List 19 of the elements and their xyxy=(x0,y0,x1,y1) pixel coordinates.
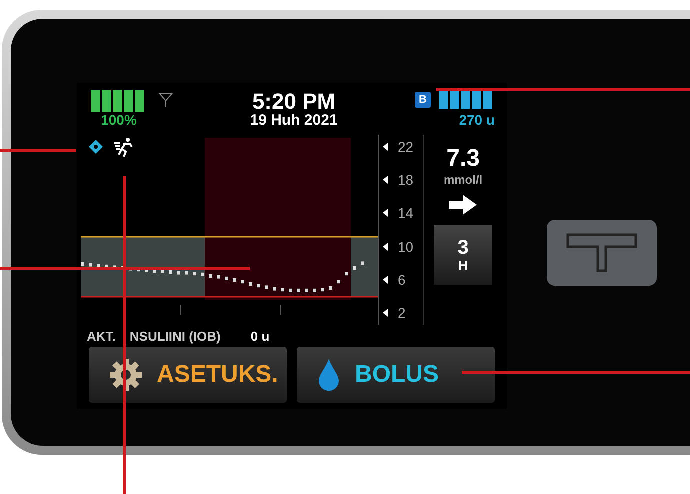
axis-label: 6 xyxy=(397,272,406,288)
axis-label: 2 xyxy=(397,304,406,321)
iob-label: NSULIINI (IOB) xyxy=(130,329,221,346)
bolus-button[interactable]: BOLUS xyxy=(297,347,495,403)
iob-label: AKT. xyxy=(87,329,116,346)
glucose-value: 7.3 xyxy=(446,145,480,173)
axis-label: 22 xyxy=(397,139,414,155)
settings-button[interactable]: ASETUKS. xyxy=(89,347,287,403)
time-range-button[interactable]: 3 H xyxy=(434,225,492,285)
profile-badge: B xyxy=(415,92,431,108)
battery-percent: 100% xyxy=(101,112,137,128)
time-text: 5:20 PM xyxy=(251,90,337,112)
iob-value: 0 u xyxy=(250,329,270,346)
date-text: 19 Huh 2021 xyxy=(249,112,339,128)
axis-label: 14 xyxy=(397,205,414,222)
axis-label: 18 xyxy=(397,172,414,188)
glucose-unit: mmol/l xyxy=(444,173,483,187)
axis-label: 10 xyxy=(397,238,414,255)
insulin-units: 270 u xyxy=(459,112,495,128)
